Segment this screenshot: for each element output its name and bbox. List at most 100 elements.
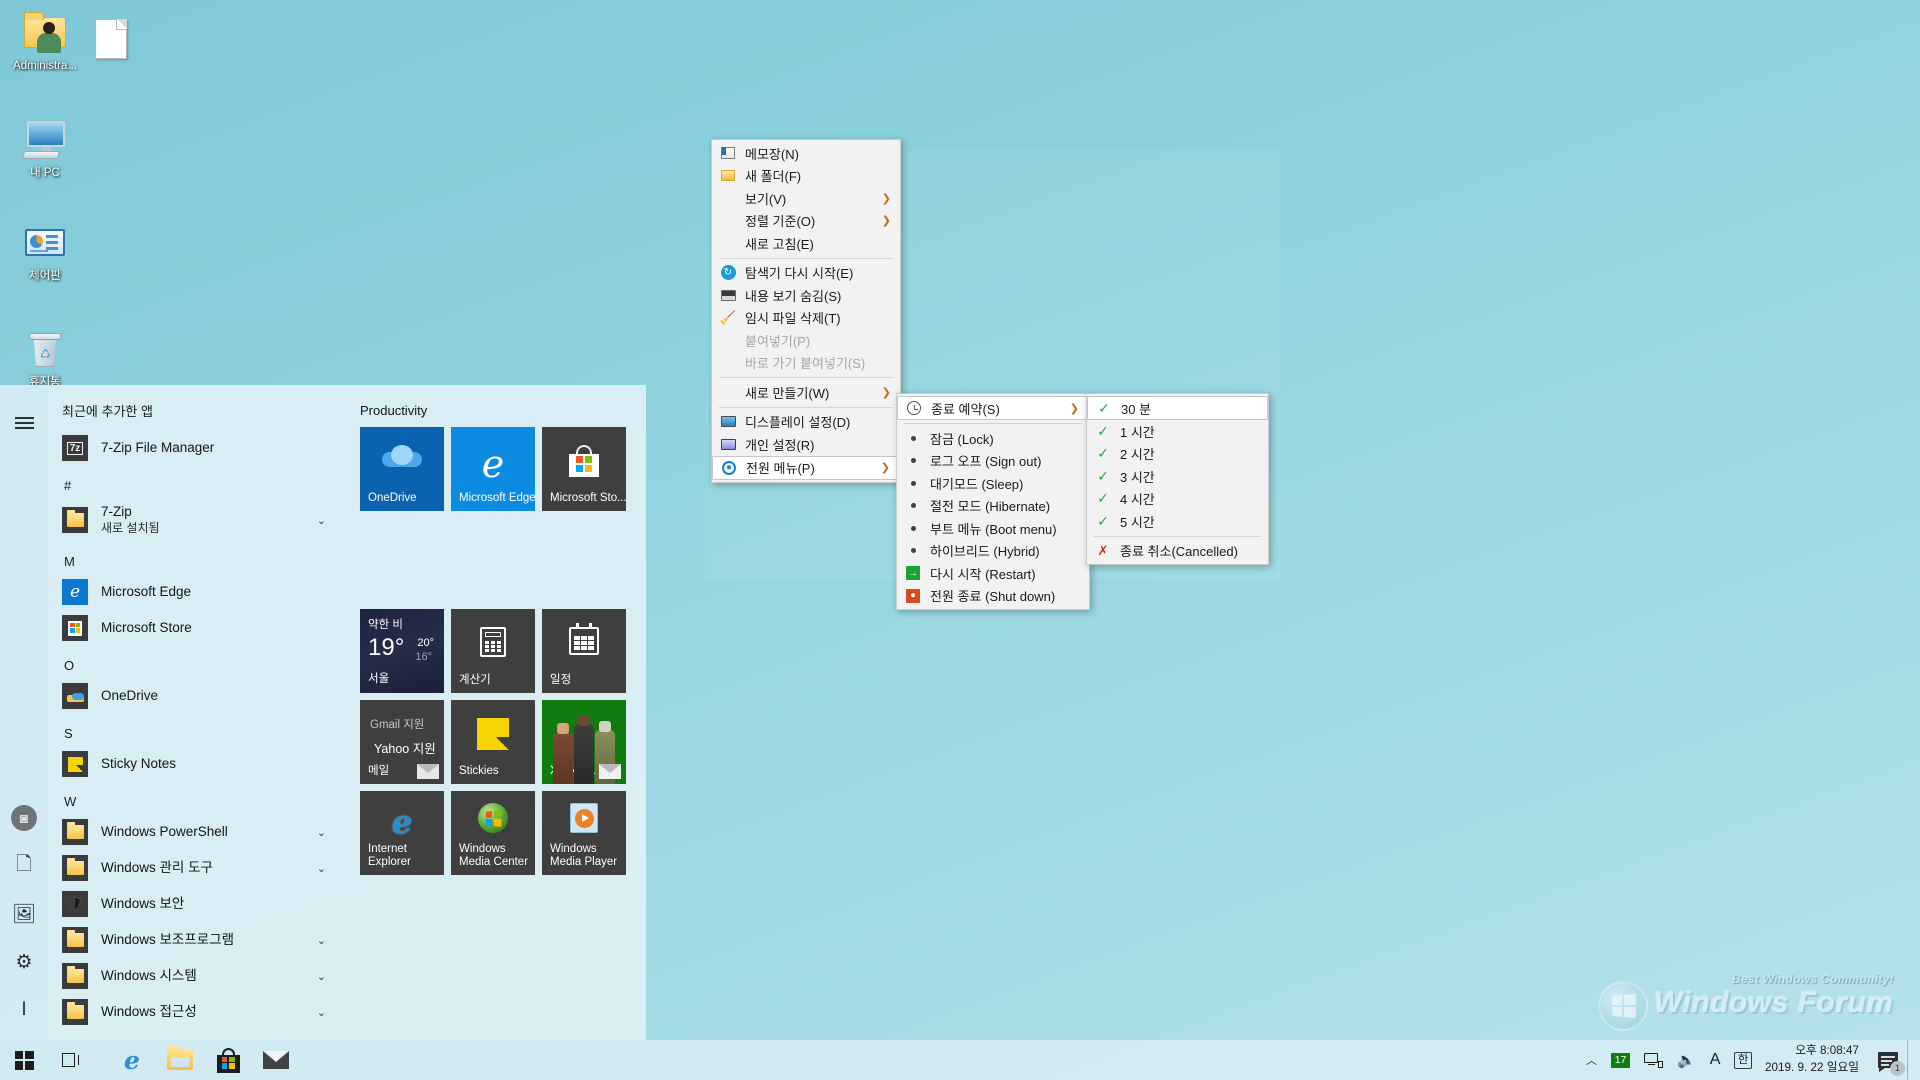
power-icon[interactable]: Ι <box>0 986 48 1034</box>
tray-network-icon[interactable] <box>1637 1040 1670 1080</box>
app-item-microsoft-store[interactable]: Microsoft Store <box>48 610 348 646</box>
ctx-item-delete-temp-files[interactable]: 🧹 임시 파일 삭제(T) <box>712 307 900 330</box>
gear-icon[interactable]: ⚙ <box>0 938 48 986</box>
desktop-icon-recycle-bin[interactable]: ♺ 휴지통 <box>6 320 84 391</box>
desktop-icon-control-panel[interactable]: 제어판 <box>6 214 84 285</box>
power-item-lock[interactable]: 잠금 (Lock) <box>897 427 1089 450</box>
ctx-item-sort-by[interactable]: 정렬 기준(O) ❯ <box>712 210 900 233</box>
power-submenu[interactable]: 종료 예약(S) ❯ 잠금 (Lock) 로그 오프 (Sign out) 대기… <box>896 393 1090 610</box>
taskbar-item-file-explorer[interactable] <box>156 1040 204 1080</box>
recycle-bin-icon: ♺ <box>21 324 69 372</box>
chevron-up-icon: ︿ <box>1586 1055 1598 1067</box>
timer-item-cancel[interactable]: ✗ 종료 취소(Cancelled) <box>1087 540 1268 563</box>
tray-calendar-icon[interactable]: 17 <box>1604 1040 1637 1080</box>
power-item-schedule-shutdown[interactable]: 종료 예약(S) ❯ <box>897 396 1089 420</box>
notification-center-button[interactable]: 1 <box>1869 1040 1907 1080</box>
tile-onedrive[interactable]: OneDrive <box>360 427 444 511</box>
timer-item-1hour[interactable]: ✓ 1 시간 <box>1087 420 1268 443</box>
tile-mail[interactable]: Gmail 지원 Yahoo 지원 메일 <box>360 700 444 784</box>
folder-icon <box>62 507 88 533</box>
tile-calendar[interactable]: 일정 <box>542 609 626 693</box>
app-item-windows-security[interactable]: 🛡 Windows 보안 <box>48 886 348 922</box>
desktop-context-menu[interactable]: 메모장(N) 새 폴더(F) 보기(V) ❯ 정렬 기준(O) ❯ 새로 고침(… <box>711 139 901 483</box>
app-item-7zip-file-manager[interactable]: 7z 7-Zip File Manager <box>48 430 348 466</box>
taskbar-clock[interactable]: 오후 8:08:47 2019. 9. 22 일요일 <box>1759 1043 1869 1077</box>
power-item-boot-menu[interactable]: 부트 메뉴 (Boot menu) <box>897 517 1089 540</box>
chevron-down-icon[interactable]: ⌄ <box>317 826 326 839</box>
ctx-item-power-menu[interactable]: ⏺ 전원 메뉴(P) ❯ <box>712 455 900 480</box>
timer-item-2hours[interactable]: ✓ 2 시간 <box>1087 443 1268 466</box>
app-item-windows-system[interactable]: Windows 시스템 ⌄ <box>48 958 348 994</box>
chevron-down-icon[interactable]: ⌄ <box>317 1006 326 1019</box>
ctx-item-refresh[interactable]: 새로 고침(E) <box>712 232 900 255</box>
start-menu[interactable]: ◙ 🗋 🖼 ⚙ Ι 최근에 추가한 앱 7z 7-Zip File Manage… <box>0 385 646 1040</box>
chevron-down-icon[interactable]: ⌄ <box>317 970 326 983</box>
ctx-item-notepad[interactable]: 메모장(N) <box>712 142 900 165</box>
app-item-windows-powershell[interactable]: Windows PowerShell ⌄ <box>48 814 348 850</box>
tile-xbox[interactable]: Xbox 본... <box>542 700 626 784</box>
picture-icon[interactable]: 🖼 <box>0 890 48 938</box>
power-item-hibernate[interactable]: 절전 모드 (Hibernate) <box>897 495 1089 518</box>
ctx-item-personalize[interactable]: 개인 설정(R) <box>712 433 900 456</box>
clock-date: 2019. 9. 22 일요일 <box>1765 1061 1859 1074</box>
tile-microsoft-edge[interactable]: e Microsoft Edge <box>451 427 535 511</box>
tray-ime-language[interactable]: 한 <box>1727 1040 1759 1080</box>
timer-item-4hours[interactable]: ✓ 4 시간 <box>1087 488 1268 511</box>
ctx-item-display-settings[interactable]: 디스플레이 설정(D) <box>712 411 900 434</box>
ctx-label: 탐색기 다시 시작(E) <box>745 266 854 282</box>
user-folder-icon <box>21 8 69 56</box>
taskbar-item-mail[interactable] <box>252 1040 300 1080</box>
tile-microsoft-store[interactable]: Microsoft Sto... <box>542 427 626 511</box>
app-item-windows-accessibility[interactable]: Windows 접근성 ⌄ <box>48 994 348 1030</box>
app-item-onedrive[interactable]: OneDrive <box>48 678 348 714</box>
task-view-button[interactable] <box>48 1040 96 1080</box>
taskbar-item-microsoft-store[interactable] <box>204 1040 252 1080</box>
start-button[interactable] <box>0 1040 48 1080</box>
document-icon[interactable]: 🗋 <box>0 842 48 890</box>
start-menu-app-list[interactable]: 최근에 추가한 앱 7z 7-Zip File Manager # 7-Zip … <box>48 385 348 1040</box>
timer-item-30min[interactable]: ✓ 30 분 <box>1087 396 1268 420</box>
ctx-item-hide-content[interactable]: 내용 보기 숨김(S) <box>712 284 900 307</box>
store-icon <box>216 1047 240 1073</box>
user-avatar-icon[interactable]: ◙ <box>0 794 48 842</box>
chevron-right-icon: ❯ <box>881 215 891 228</box>
desktop-icon-my-pc[interactable]: 내 PC <box>6 111 84 182</box>
desktop-icon-blank-document[interactable] <box>72 10 150 68</box>
app-item-sticky-notes[interactable]: Sticky Notes <box>48 746 348 782</box>
tile-stickies[interactable]: Stickies <box>451 700 535 784</box>
app-item-windows-accessories[interactable]: Windows 보조프로그램 ⌄ <box>48 922 348 958</box>
notification-count-badge: 1 <box>1890 1061 1905 1076</box>
power-item-sleep[interactable]: 대기모드 (Sleep) <box>897 472 1089 495</box>
power-item-hybrid[interactable]: 하이브리드 (Hybrid) <box>897 540 1089 563</box>
tile-weather[interactable]: 약한 비 19° 20° 16° 서울 <box>360 609 444 693</box>
chevron-down-icon[interactable]: ⌄ <box>317 862 326 875</box>
tray-overflow-button[interactable]: ︿ <box>1579 1040 1604 1080</box>
tile-windows-media-center[interactable]: Windows Media Center <box>451 791 535 875</box>
app-item-7zip[interactable]: 7-Zip 새로 설치됨 ⌄ <box>48 498 348 542</box>
ctx-item-restart-explorer[interactable]: ↻ 탐색기 다시 시작(E) <box>712 262 900 285</box>
chevron-down-icon[interactable]: ⌄ <box>317 514 326 527</box>
tray-ime-mode[interactable]: A <box>1703 1040 1728 1080</box>
timer-item-3hours[interactable]: ✓ 3 시간 <box>1087 465 1268 488</box>
tile-windows-media-player[interactable]: Windows Media Player <box>542 791 626 875</box>
app-item-microsoft-edge[interactable]: e Microsoft Edge <box>48 574 348 610</box>
app-item-windows-admin-tools[interactable]: Windows 관리 도구 ⌄ <box>48 850 348 886</box>
ctx-item-view[interactable]: 보기(V) ❯ <box>712 187 900 210</box>
tile-internet-explorer[interactable]: e Internet Explorer <box>360 791 444 875</box>
chevron-down-icon[interactable]: ⌄ <box>317 934 326 947</box>
hamburger-icon[interactable] <box>0 399 48 447</box>
tray-volume-icon[interactable]: 🔈 <box>1670 1040 1703 1080</box>
taskbar[interactable]: e ︿ 17 🔈 A 한 오후 8:08:47 2019. 9. 22 일요일 … <box>0 1040 1920 1080</box>
show-desktop-button[interactable] <box>1907 1040 1916 1080</box>
taskbar-item-edge[interactable]: e <box>108 1040 156 1080</box>
power-item-shut-down[interactable]: ⏺ 전원 종료 (Shut down) <box>897 585 1089 608</box>
ctx-item-new[interactable]: 새로 만들기(W) ❯ <box>712 381 900 404</box>
x-icon: ✗ <box>1097 542 1109 558</box>
bullet-icon <box>905 520 921 536</box>
power-item-sign-out[interactable]: 로그 오프 (Sign out) <box>897 450 1089 473</box>
shutdown-timer-submenu[interactable]: ✓ 30 분 ✓ 1 시간 ✓ 2 시간 ✓ 3 시간 ✓ 4 시간 ✓ 5 시… <box>1086 393 1269 565</box>
timer-item-5hours[interactable]: ✓ 5 시간 <box>1087 510 1268 533</box>
ctx-item-new-folder[interactable]: 새 폴더(F) <box>712 165 900 188</box>
power-item-restart[interactable]: → 다시 시작 (Restart) <box>897 562 1089 585</box>
tile-calculator[interactable]: 계산기 <box>451 609 535 693</box>
